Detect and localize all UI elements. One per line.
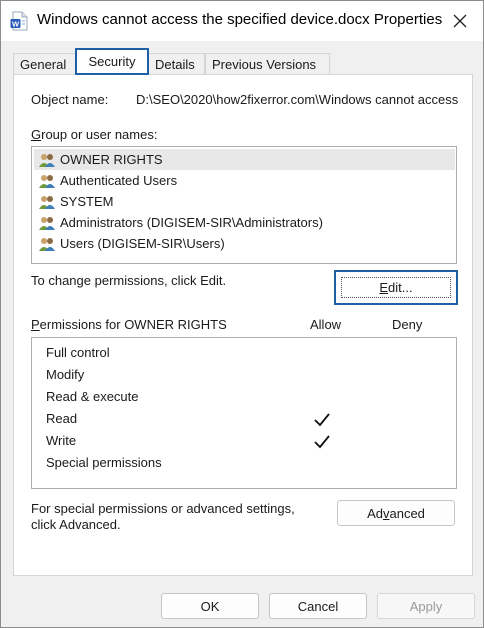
svg-text:W: W — [12, 20, 20, 29]
users-icon — [38, 173, 56, 189]
ok-button-label: OK — [200, 598, 220, 614]
window-title: Windows cannot access the specified devi… — [37, 11, 443, 28]
change-permissions-hint: To change permissions, click Edit. — [31, 273, 227, 288]
dialog-footer: OK Cancel Apply — [1, 581, 483, 627]
user-name: OWNER RIGHTS — [60, 152, 163, 167]
tab-security[interactable]: Security — [75, 48, 149, 75]
user-name: Authenticated Users — [60, 173, 178, 188]
users-icon — [38, 152, 56, 168]
ok-button[interactable]: OK — [161, 593, 259, 619]
close-icon — [453, 14, 467, 28]
security-panel: Object name: D:\SEO\2020\how2fixerror.co… — [13, 74, 473, 576]
close-button[interactable] — [437, 1, 483, 41]
users-icon — [38, 215, 56, 231]
users-icon — [38, 194, 56, 210]
list-item-system[interactable]: SYSTEM — [34, 191, 455, 212]
advanced-hint-line1: For special permissions or advanced sett… — [31, 501, 295, 516]
users-icon — [38, 236, 56, 252]
cancel-button[interactable]: Cancel — [269, 593, 367, 619]
permission-read: Read — [46, 411, 78, 426]
deny-column-header: Deny — [392, 317, 423, 332]
title-bar[interactable]: W Windows cannot access the specified de… — [1, 1, 483, 41]
apply-button[interactable]: Apply — [377, 593, 475, 619]
checkmark-icon — [314, 413, 330, 427]
list-item-authenticated-users[interactable]: Authenticated Users — [34, 170, 455, 191]
user-name: Users (DIGISEM-SIR\Users) — [60, 236, 225, 251]
checkmark-icon — [314, 435, 330, 449]
cancel-button-label: Cancel — [297, 598, 339, 614]
user-list[interactable]: OWNER RIGHTS Authenticated Users SYSTEM … — [31, 146, 457, 264]
object-name-label: Object name: — [31, 92, 109, 107]
permission-write: Write — [46, 433, 77, 448]
tab-previous-versions[interactable]: Previous Versions — [205, 53, 330, 75]
list-item-users[interactable]: Users (DIGISEM-SIR\Users) — [34, 233, 455, 254]
advanced-hint-line2: click Advanced. — [31, 517, 121, 532]
permissions-label-rest: ermissions for OWNER RIGHTS — [39, 317, 227, 332]
user-name: SYSTEM — [60, 194, 114, 209]
group-label: Group or user names: — [31, 127, 158, 142]
edit-button-label: Edit... — [341, 277, 451, 298]
advanced-button-label: Advanced — [367, 505, 425, 521]
apply-button-label: Apply — [409, 598, 443, 614]
permission-read-execute: Read & execute — [46, 389, 139, 404]
tab-strip: General Security Details Previous Versio… — [13, 48, 473, 75]
word-document-icon: W — [10, 11, 28, 31]
list-item-administrators[interactable]: Administrators (DIGISEM-SIR\Administrato… — [34, 212, 455, 233]
edit-button[interactable]: Edit... — [334, 270, 458, 305]
permission-modify: Modify — [46, 367, 85, 382]
advanced-button[interactable]: Advanced — [337, 500, 455, 526]
permissions-list[interactable]: Full control Modify Read & execute Read … — [31, 337, 457, 489]
user-name: Administrators (DIGISEM-SIR\Administrato… — [60, 215, 323, 230]
permission-full-control: Full control — [46, 345, 110, 360]
list-item-owner-rights[interactable]: OWNER RIGHTS — [34, 149, 455, 170]
tab-general[interactable]: General — [13, 53, 76, 75]
group-label-rest: roup or user names: — [41, 127, 158, 142]
allow-column-header: Allow — [310, 317, 342, 332]
properties-dialog: W Windows cannot access the specified de… — [0, 0, 484, 628]
permissions-label: Permissions for OWNER RIGHTS — [31, 317, 227, 332]
permission-special: Special permissions — [46, 455, 162, 470]
tab-details[interactable]: Details — [148, 53, 205, 75]
object-name-value: D:\SEO\2020\how2fixerror.com\Windows can… — [136, 92, 458, 107]
